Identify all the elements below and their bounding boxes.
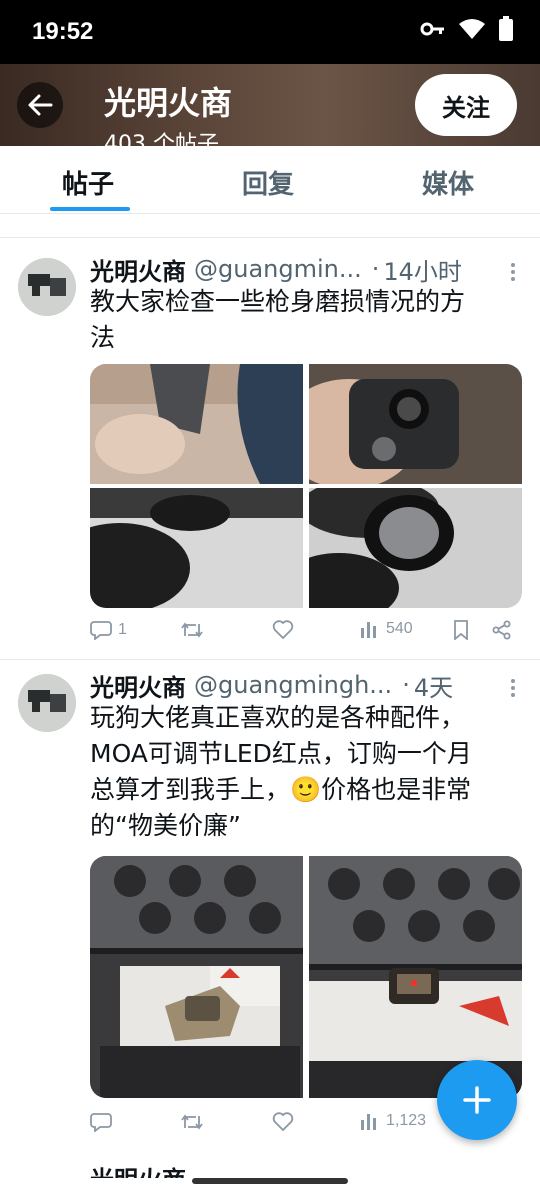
- share-button[interactable]: [492, 620, 512, 640]
- views-count: 1,123: [386, 1112, 427, 1129]
- retweet-icon: [181, 1114, 203, 1130]
- back-arrow-icon: [28, 94, 53, 116]
- post-text-line: 总算才到我手上，🙂价格也是非常: [90, 772, 520, 808]
- media-image-3[interactable]: [90, 488, 303, 608]
- post-text-line: 教大家检查一些枪身磨损情况的方: [90, 287, 466, 316]
- separator-dot: ·: [402, 671, 410, 699]
- wifi-icon: [458, 18, 486, 44]
- tab-posts[interactable]: 帖子: [62, 164, 114, 201]
- bookmark-icon: [454, 620, 468, 640]
- post-text: 玩狗大佬真正喜欢的是各种配件， MOA可调节LED红点，订购一个月 总算才到我手…: [90, 700, 520, 844]
- smile-emoji: 🙂: [290, 775, 322, 804]
- follow-button[interactable]: 关注: [415, 74, 517, 136]
- tab-media[interactable]: 媒体: [422, 164, 474, 201]
- views-button[interactable]: 540: [360, 620, 413, 638]
- post-text-line: MOA可调节LED红点，订购一个月: [90, 739, 472, 768]
- reply-icon: [90, 1113, 112, 1132]
- media-image-2[interactable]: [309, 364, 522, 484]
- back-button[interactable]: [17, 82, 63, 128]
- media-image-1[interactable]: [90, 856, 303, 1098]
- more-options-icon[interactable]: [510, 262, 516, 286]
- avatar[interactable]: [18, 258, 76, 316]
- post-time: 4天: [413, 673, 454, 702]
- views-chart-icon: [361, 1114, 376, 1130]
- post-time: 14小时: [383, 257, 462, 286]
- profile-header: 光明火商 403 个帖子 关注: [0, 64, 540, 146]
- compose-button[interactable]: [437, 1060, 517, 1140]
- plus-icon: [463, 1086, 491, 1114]
- battery-icon: [498, 16, 514, 46]
- status-bar: 19:52: [0, 0, 540, 64]
- post-header: 光明火商 @guangmin... · 14小时: [90, 252, 462, 286]
- author-handle[interactable]: @guangmingh...: [194, 671, 392, 699]
- more-options-icon[interactable]: [510, 678, 516, 702]
- key-icon: [420, 19, 446, 43]
- post-text-line: 法: [90, 323, 116, 352]
- media-image-1[interactable]: [90, 364, 303, 484]
- reply-icon: [90, 621, 112, 640]
- share-icon: [492, 620, 511, 640]
- post-text-line: 的“物美价廉”: [90, 811, 241, 840]
- retweet-button[interactable]: [180, 620, 204, 640]
- post-text-segment: 总算才到我手上，: [90, 775, 291, 804]
- post-text-segment: 价格也是非常: [321, 775, 472, 804]
- heart-icon: [272, 1112, 294, 1132]
- post[interactable]: 光明火商 @guangmin... · 14小时 教大家检查一些枪身磨损情况的方…: [0, 238, 540, 658]
- like-button[interactable]: [272, 620, 294, 640]
- media-grid: [90, 364, 522, 608]
- author-handle[interactable]: @guangmin...: [194, 255, 362, 283]
- retweet-icon: [181, 622, 203, 638]
- author-name[interactable]: 光明火商: [90, 668, 186, 703]
- status-icons: [420, 16, 514, 46]
- profile-name: 光明火商: [104, 84, 233, 122]
- active-tab-indicator: [50, 207, 130, 211]
- next-post-author: 光明火商: [90, 1160, 186, 1178]
- post-text-line: 玩狗大佬真正喜欢的是各种配件，: [90, 703, 466, 732]
- author-name[interactable]: 光明火商: [90, 252, 186, 287]
- reply-button[interactable]: [90, 1112, 112, 1132]
- avatar[interactable]: [18, 674, 76, 732]
- status-time: 19:52: [32, 18, 94, 45]
- post-header: 光明火商 @guangmingh... · 4天: [90, 668, 453, 702]
- views-count: 540: [386, 620, 413, 637]
- media-grid: [90, 856, 522, 1098]
- views-button[interactable]: 1,123: [360, 1112, 426, 1130]
- heart-icon: [272, 620, 294, 640]
- reply-count: 1: [118, 621, 127, 638]
- post-count: 403 个帖子: [104, 132, 219, 146]
- like-button[interactable]: [272, 1112, 294, 1132]
- media-image-4[interactable]: [309, 488, 522, 608]
- reply-button[interactable]: 1: [90, 620, 127, 640]
- post-text: 教大家检查一些枪身磨损情况的方 法: [90, 284, 520, 356]
- retweet-button[interactable]: [180, 1112, 204, 1132]
- separator-dot: ·: [371, 255, 380, 283]
- views-chart-icon: [361, 622, 376, 638]
- home-indicator[interactable]: [192, 1178, 348, 1184]
- profile-tabs: 帖子 回复 媒体: [0, 146, 540, 214]
- tab-replies[interactable]: 回复: [242, 164, 294, 201]
- post-actions: 1 540: [90, 620, 522, 650]
- bookmark-button[interactable]: [452, 620, 470, 640]
